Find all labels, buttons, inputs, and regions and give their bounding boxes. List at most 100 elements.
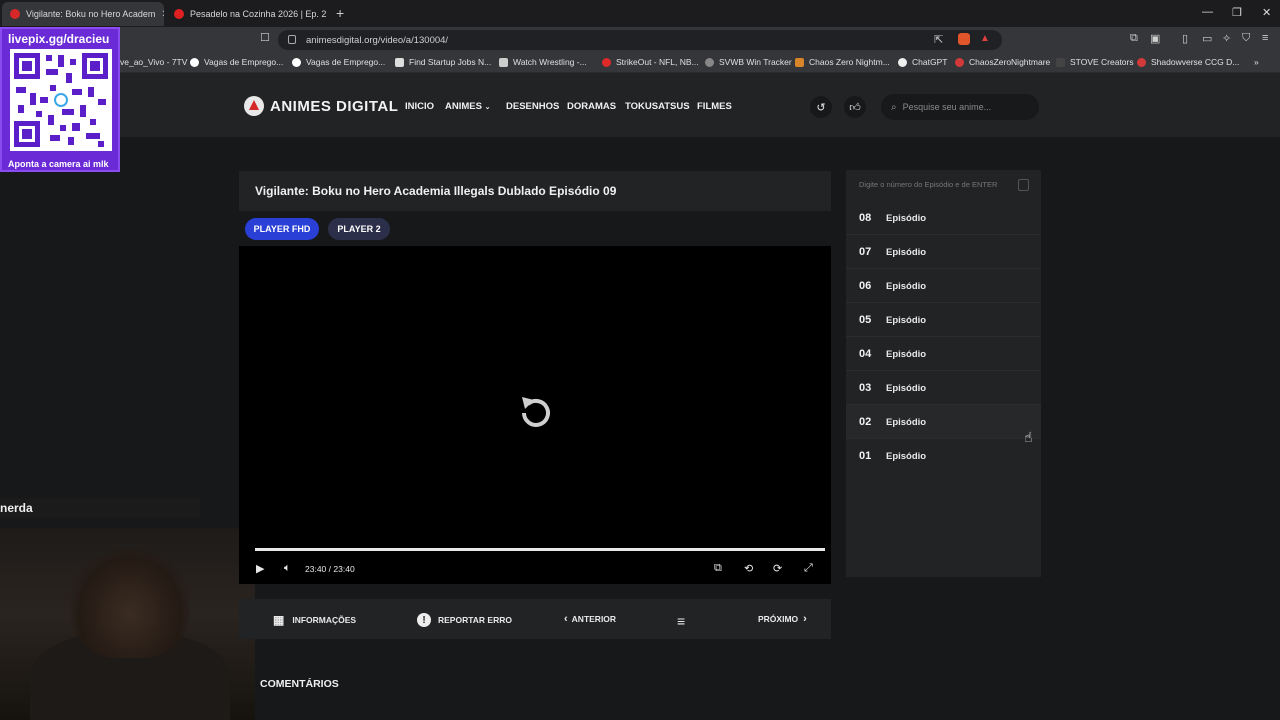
alert-icon: !: [417, 613, 431, 627]
bookmark-item[interactable]: ChaosZeroNightmare: [955, 57, 1050, 67]
episode-list-item[interactable]: 01 Episódio: [846, 439, 1041, 473]
qr-caption: Aponta a camera ai mlk: [8, 159, 109, 169]
episode-label: Episódio: [886, 383, 927, 394]
progress-bar[interactable]: [255, 548, 825, 551]
history-icon: ↺: [816, 101, 826, 114]
episode-list-item[interactable]: 03 Episódio: [846, 371, 1041, 405]
episode-list-item[interactable]: 05 Episódio: [846, 303, 1041, 337]
close-icon[interactable]: ✕: [161, 9, 164, 20]
episode-number-input[interactable]: Digite o número do Episódio e de ENTER: [859, 180, 997, 189]
site-logo[interactable]: ANIMES DIGITAL: [244, 96, 398, 116]
time-display: 23:40 / 23:40: [305, 564, 355, 574]
replay-icon[interactable]: [514, 391, 558, 435]
like-button[interactable]: 👍︎: [844, 96, 866, 118]
bookmark-item[interactable]: ve_ao_Vivo - 7TV: [120, 57, 187, 67]
episode-label: Episódio: [886, 247, 927, 258]
player-fhd-button[interactable]: PLAYER FHD: [245, 218, 319, 240]
forward-button[interactable]: ⟳: [773, 562, 782, 575]
nav-inicio[interactable]: INICIO: [405, 101, 434, 112]
bookmark-icon[interactable]: ☐: [260, 31, 270, 44]
vpn-icon[interactable]: ⛉: [1242, 32, 1250, 45]
episode-list-item[interactable]: 07 Episódio: [846, 235, 1041, 269]
play-button[interactable]: ▶: [256, 562, 264, 575]
sidebar-toggle-icon[interactable]: ▯: [1182, 32, 1188, 45]
maximize-icon[interactable]: ❐: [1232, 6, 1242, 19]
bookmark-item[interactable]: ChatGPT: [898, 57, 947, 67]
tab-label: Vigilante: Boku no Hero Academ: [26, 9, 156, 19]
episode-list-item[interactable]: 06 Episódio: [846, 269, 1041, 303]
next-episode-button[interactable]: PRÓXIMO ›: [758, 613, 807, 625]
new-tab-button[interactable]: +: [336, 5, 344, 21]
previous-episode-button[interactable]: ‹ ANTERIOR: [564, 613, 616, 625]
episode-list-item[interactable]: 02 Episódio: [846, 405, 1041, 439]
more-bookmarks-icon[interactable]: »: [1254, 57, 1259, 67]
document-icon: [1018, 179, 1029, 191]
episode-number: 08: [859, 212, 872, 224]
bookmark-item[interactable]: Vagas de Emprego...: [190, 57, 283, 67]
close-window-icon[interactable]: ✕: [1262, 6, 1271, 19]
picture-in-picture-button[interactable]: ⧉: [714, 562, 722, 575]
bookmark-item[interactable]: SVWB Win Tracker: [705, 57, 792, 67]
episode-number: 05: [859, 314, 872, 326]
episode-list-button[interactable]: ≡: [677, 613, 685, 629]
forward-icon: ⟳: [773, 563, 783, 575]
rewards-icon[interactable]: ▲: [980, 33, 990, 44]
ai-icon[interactable]: ✧: [1222, 32, 1231, 45]
nav-tokusatsus[interactable]: TOKUSATSUS: [625, 101, 690, 112]
wallet-icon[interactable]: ▣: [1150, 32, 1160, 45]
url-text: animesdigital.org/video/a/130004/: [306, 34, 449, 46]
episode-number: 06: [859, 280, 872, 292]
bookmark-item[interactable]: Vagas de Emprego...: [292, 57, 385, 67]
info-button[interactable]: ▦ INFORMAÇÕES: [273, 613, 356, 627]
browser-tab-active[interactable]: Vigilante: Boku no Hero Academ ✕: [2, 2, 164, 26]
browser-tab[interactable]: Pesadelo na Cozinha 2026 | Ep. 2 - Yo: [166, 2, 328, 26]
bookmark-item[interactable]: Chaos Zero Nightm...: [795, 57, 890, 67]
brave-shield-icon[interactable]: [958, 33, 970, 45]
site-info-icon[interactable]: [288, 35, 296, 44]
pip-icon: ⧉: [714, 562, 722, 574]
episode-list-item[interactable]: 08 Episódio: [846, 201, 1041, 235]
volume-button[interactable]: 🔈︎: [284, 562, 291, 575]
fullscreen-button[interactable]: ⤢: [804, 562, 813, 575]
nav-filmes[interactable]: FILMES: [697, 101, 732, 112]
logo-icon: [244, 96, 264, 116]
bookmark-item[interactable]: Find Startup Jobs N...: [395, 57, 491, 67]
comments-heading: COMENTÁRIOS: [260, 678, 339, 690]
nav-animes[interactable]: ANIMES ⌄: [445, 101, 490, 112]
bookmark-item[interactable]: STOVE Creators: [1056, 57, 1134, 67]
bookmark-item[interactable]: StrikeOut - NFL, NB...: [602, 57, 699, 67]
search-input[interactable]: [902, 102, 1023, 112]
extensions-icon[interactable]: ⧉: [1130, 32, 1138, 45]
report-error-button[interactable]: ! REPORTAR ERRO: [417, 613, 512, 627]
episode-label: Episódio: [886, 315, 927, 326]
share-icon[interactable]: ⇱: [934, 33, 943, 46]
rewind-10-button[interactable]: ⟲: [744, 562, 753, 575]
episode-label: Episódio: [886, 349, 927, 360]
minimize-icon[interactable]: —: [1202, 6, 1213, 18]
next-label: PRÓXIMO: [758, 614, 799, 624]
episode-title: Vigilante: Boku no Hero Academia Illegal…: [255, 184, 617, 198]
fullscreen-icon: ⤢: [804, 562, 813, 574]
player-2-button[interactable]: PLAYER 2: [328, 218, 390, 240]
tab-label: Pesadelo na Cozinha 2026 | Ep. 2 - Yo: [190, 9, 328, 19]
episode-label: Episódio: [886, 281, 927, 292]
episode-list-item[interactable]: 04 Episódio: [846, 337, 1041, 371]
episode-number: 07: [859, 246, 872, 258]
nav-desenhos[interactable]: DESENHOS: [506, 101, 559, 112]
bookmark-item[interactable]: Watch Wrestling -...: [499, 57, 587, 67]
episode-number: 01: [859, 450, 872, 462]
history-button[interactable]: ↺: [810, 96, 832, 118]
chevron-left-icon: ‹: [564, 613, 568, 625]
episode-number: 03: [859, 382, 872, 394]
episode-number: 02: [859, 416, 872, 428]
tab-search-icon[interactable]: ▭: [1202, 32, 1212, 45]
hand-cursor-icon: ☝︎: [1024, 429, 1033, 445]
menu-icon[interactable]: ≡: [1262, 32, 1268, 44]
nav-doramas[interactable]: DORAMAS: [567, 101, 616, 112]
site-search[interactable]: ⌕: [881, 94, 1039, 120]
browser-tab-bar: Vigilante: Boku no Hero Academ ✕ Pesadel…: [0, 0, 1280, 27]
grid-icon: ▦: [273, 613, 285, 627]
address-bar-row: ☐ animesdigital.org/video/a/130004/ ⇱ ▲ …: [0, 27, 1280, 53]
bookmark-item[interactable]: Shadowverse CCG D...: [1137, 57, 1239, 67]
url-field[interactable]: animesdigital.org/video/a/130004/ ⇱ ▲: [278, 30, 1002, 50]
